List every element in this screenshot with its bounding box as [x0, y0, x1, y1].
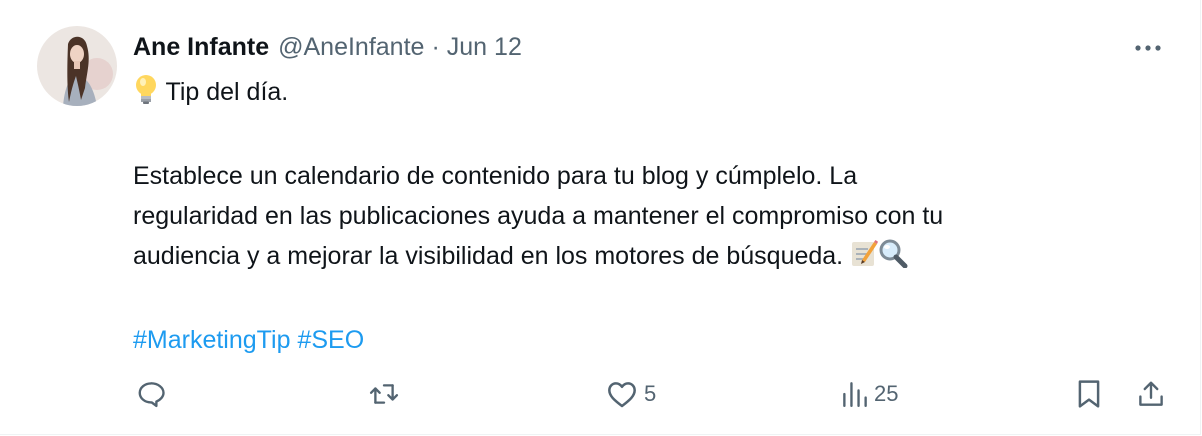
more-options-button[interactable] — [1128, 34, 1168, 62]
reply-icon — [138, 382, 165, 408]
author-name[interactable]: Ane Infante — [133, 33, 269, 62]
hashtag-line: #MarketingTip #SEO — [133, 320, 1143, 360]
share-icon — [1139, 381, 1163, 406]
paragraph-line-1: Establece un calendario de contenido par… — [133, 162, 858, 190]
paragraph-line-2: regularidad en las publicaciones ayuda a… — [133, 202, 944, 230]
hashtag-marketingtip[interactable]: #MarketingTip — [133, 326, 290, 354]
repost-button[interactable] — [368, 374, 406, 414]
bookmark-icon — [1078, 380, 1100, 408]
separator-dot: · — [431, 32, 440, 61]
paragraph-line-3: audiencia y a mejorar la visibilidad en … — [133, 236, 1143, 280]
repost-icon — [369, 384, 399, 404]
tip-line: Tip del día. — [133, 72, 1143, 116]
author-handle[interactable]: @AneInfante — [278, 33, 424, 62]
more-icon — [1135, 45, 1161, 51]
tweet-header: Ane Infante @AneInfante · Jun 12 — [133, 30, 522, 64]
views-button[interactable]: 25 — [842, 374, 898, 414]
paragraph-line-3-text: audiencia y a mejorar la visibilidad en … — [133, 242, 844, 270]
share-button[interactable] — [1136, 374, 1166, 414]
memo-icon — [850, 238, 879, 280]
tweet-date[interactable]: Jun 12 — [447, 33, 522, 62]
avatar-image — [37, 26, 117, 106]
tweet-card[interactable]: Ane Infante @AneInfante · Jun 12 Tip del… — [0, 0, 1201, 435]
views-count: 25 — [874, 381, 899, 406]
like-count: 5 — [644, 381, 657, 406]
like-icon — [608, 382, 636, 408]
like-button[interactable]: 5 — [606, 374, 656, 414]
views-icon — [843, 382, 867, 407]
reply-button[interactable] — [136, 374, 172, 414]
hashtag-seo[interactable]: #SEO — [297, 326, 364, 354]
bookmark-button[interactable] — [1076, 374, 1102, 414]
light-bulb-icon — [133, 74, 159, 116]
tip-text: Tip del día. — [165, 78, 289, 106]
tweet-actions: 5 25 — [0, 374, 1200, 414]
magnifying-glass-icon — [878, 238, 908, 280]
author-avatar[interactable] — [37, 26, 117, 106]
tweet-text: Tip del día. Establece un calendario de … — [133, 72, 1143, 360]
